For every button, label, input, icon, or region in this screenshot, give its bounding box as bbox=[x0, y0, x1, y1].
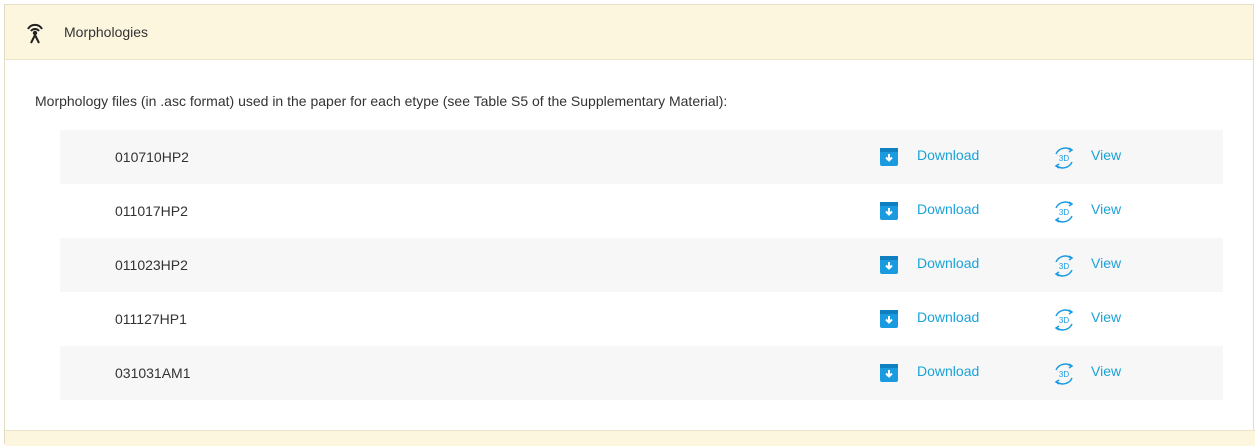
panel-description: Morphology files (in .asc format) used i… bbox=[35, 93, 728, 109]
morphology-name: 011127HP1 bbox=[115, 311, 187, 327]
morphology-name: 011023HP2 bbox=[115, 257, 188, 273]
download-link[interactable]: Download bbox=[917, 363, 979, 379]
download-icon[interactable] bbox=[880, 256, 898, 274]
list-item: 011023HP2 Download 3D View bbox=[60, 238, 1223, 292]
svg-text:3D: 3D bbox=[1059, 316, 1069, 325]
morphology-name: 011017HP2 bbox=[115, 203, 188, 219]
svg-text:3D: 3D bbox=[1059, 262, 1069, 271]
morphology-name: 010710HP2 bbox=[115, 149, 189, 165]
morphology-list: 010710HP2 Download 3D View 011017HP2 Dow… bbox=[60, 130, 1223, 400]
antenna-icon bbox=[22, 19, 48, 45]
view-link[interactable]: View bbox=[1091, 201, 1121, 217]
panel-title: Morphologies bbox=[64, 24, 149, 40]
morphology-name: 031031AM1 bbox=[115, 365, 191, 381]
view-link[interactable]: View bbox=[1091, 309, 1121, 325]
view-3d-icon[interactable]: 3D bbox=[1051, 199, 1077, 225]
download-icon[interactable] bbox=[880, 310, 898, 328]
view-link[interactable]: View bbox=[1091, 147, 1121, 163]
view-link[interactable]: View bbox=[1091, 255, 1121, 271]
view-3d-icon[interactable]: 3D bbox=[1051, 307, 1077, 333]
svg-text:3D: 3D bbox=[1059, 154, 1069, 163]
panel-header[interactable]: Morphologies bbox=[5, 5, 1253, 60]
download-icon[interactable] bbox=[880, 148, 898, 166]
download-link[interactable]: Download bbox=[917, 147, 979, 163]
view-link[interactable]: View bbox=[1091, 363, 1121, 379]
view-3d-icon[interactable]: 3D bbox=[1051, 361, 1077, 387]
view-3d-icon[interactable]: 3D bbox=[1051, 253, 1077, 279]
svg-text:3D: 3D bbox=[1059, 208, 1069, 217]
download-icon[interactable] bbox=[880, 202, 898, 220]
morphologies-panel: Morphologies Morphology files (in .asc f… bbox=[4, 4, 1255, 446]
list-item: 011127HP1 Download 3D View bbox=[60, 292, 1223, 346]
view-3d-icon[interactable]: 3D bbox=[1051, 145, 1077, 171]
list-item: 010710HP2 Download 3D View bbox=[60, 130, 1223, 184]
download-link[interactable]: Download bbox=[917, 255, 979, 271]
download-link[interactable]: Download bbox=[917, 309, 979, 325]
download-icon[interactable] bbox=[880, 364, 898, 382]
next-panel-header bbox=[5, 430, 1255, 446]
svg-text:3D: 3D bbox=[1059, 370, 1069, 379]
download-link[interactable]: Download bbox=[917, 201, 979, 217]
list-item: 031031AM1 Download 3D View bbox=[60, 346, 1223, 400]
list-item: 011017HP2 Download 3D View bbox=[60, 184, 1223, 238]
